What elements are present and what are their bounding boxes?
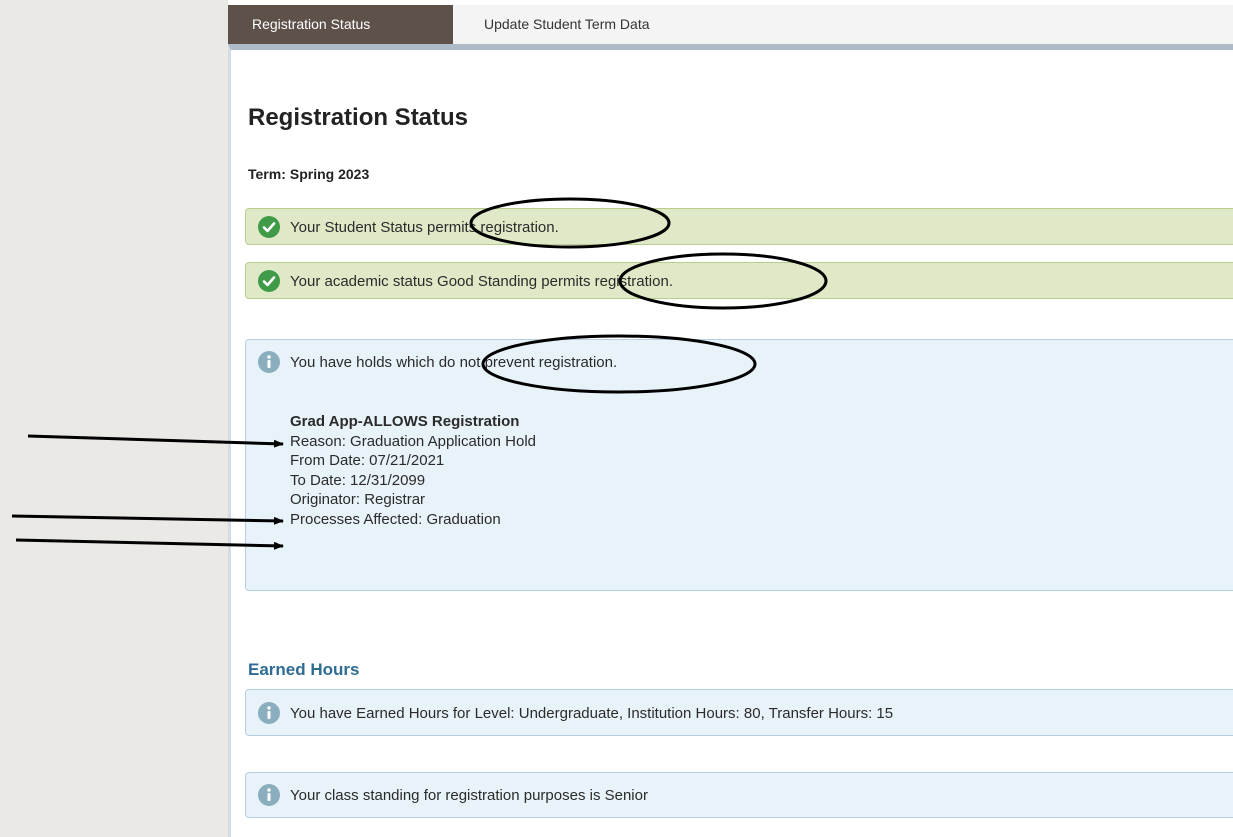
term-line: Term: Spring 2023 [248, 166, 369, 182]
hold-to-date: To Date: 12/31/2099 [290, 471, 426, 489]
hold-originator: Originator: Registrar [290, 491, 426, 508]
academic-status-message: Your academic status Good Standing permi… [245, 262, 1233, 299]
earned-hours-message: You have Earned Hours for Level: Undergr… [245, 689, 1233, 736]
tab-registration-status[interactable]: Registration Status [228, 5, 453, 44]
student-status-text: Your Student Status permits registration… [290, 218, 559, 236]
class-standing-text: Your class standing for registration pur… [290, 786, 648, 804]
academic-status-text: Your academic status Good Standing permi… [290, 272, 673, 290]
earned-hours-text: You have Earned Hours for Level: Undergr… [290, 704, 894, 722]
earned-hours-heading: Earned Hours [248, 660, 360, 679]
class-standing-message: Your class standing for registration pur… [245, 772, 1233, 818]
info-circle-icon [258, 702, 280, 724]
term-value: Spring 2023 [289, 166, 370, 182]
tab-update-student-term-data[interactable]: Update Student Term Data [462, 5, 672, 44]
page-title: Registration Status [248, 104, 469, 131]
page: Registration Status Update Student Term … [0, 0, 1233, 837]
tab-bar: Registration Status Update Student Term … [228, 5, 1233, 45]
info-circle-icon [258, 784, 280, 806]
info-circle-icon [258, 351, 280, 373]
hold-details: Grad App-ALLOWS Registration Reason: Gra… [290, 412, 536, 529]
term-label: Term: [248, 166, 286, 182]
hold-processes-affected: Processes Affected: Graduation [290, 510, 501, 528]
check-circle-icon [258, 270, 280, 292]
hold-from-date: From Date: 07/21/2021 [290, 452, 445, 469]
check-circle-icon [258, 216, 280, 238]
hold-title: Grad App-ALLOWS Registration [290, 413, 520, 430]
student-status-message: Your Student Status permits registration… [245, 208, 1233, 245]
holds-intro-text: You have holds which do not prevent regi… [290, 353, 618, 371]
holds-message: You have holds which do not prevent regi… [245, 339, 1233, 591]
hold-reason: Reason: Graduation Application Hold [290, 432, 536, 450]
